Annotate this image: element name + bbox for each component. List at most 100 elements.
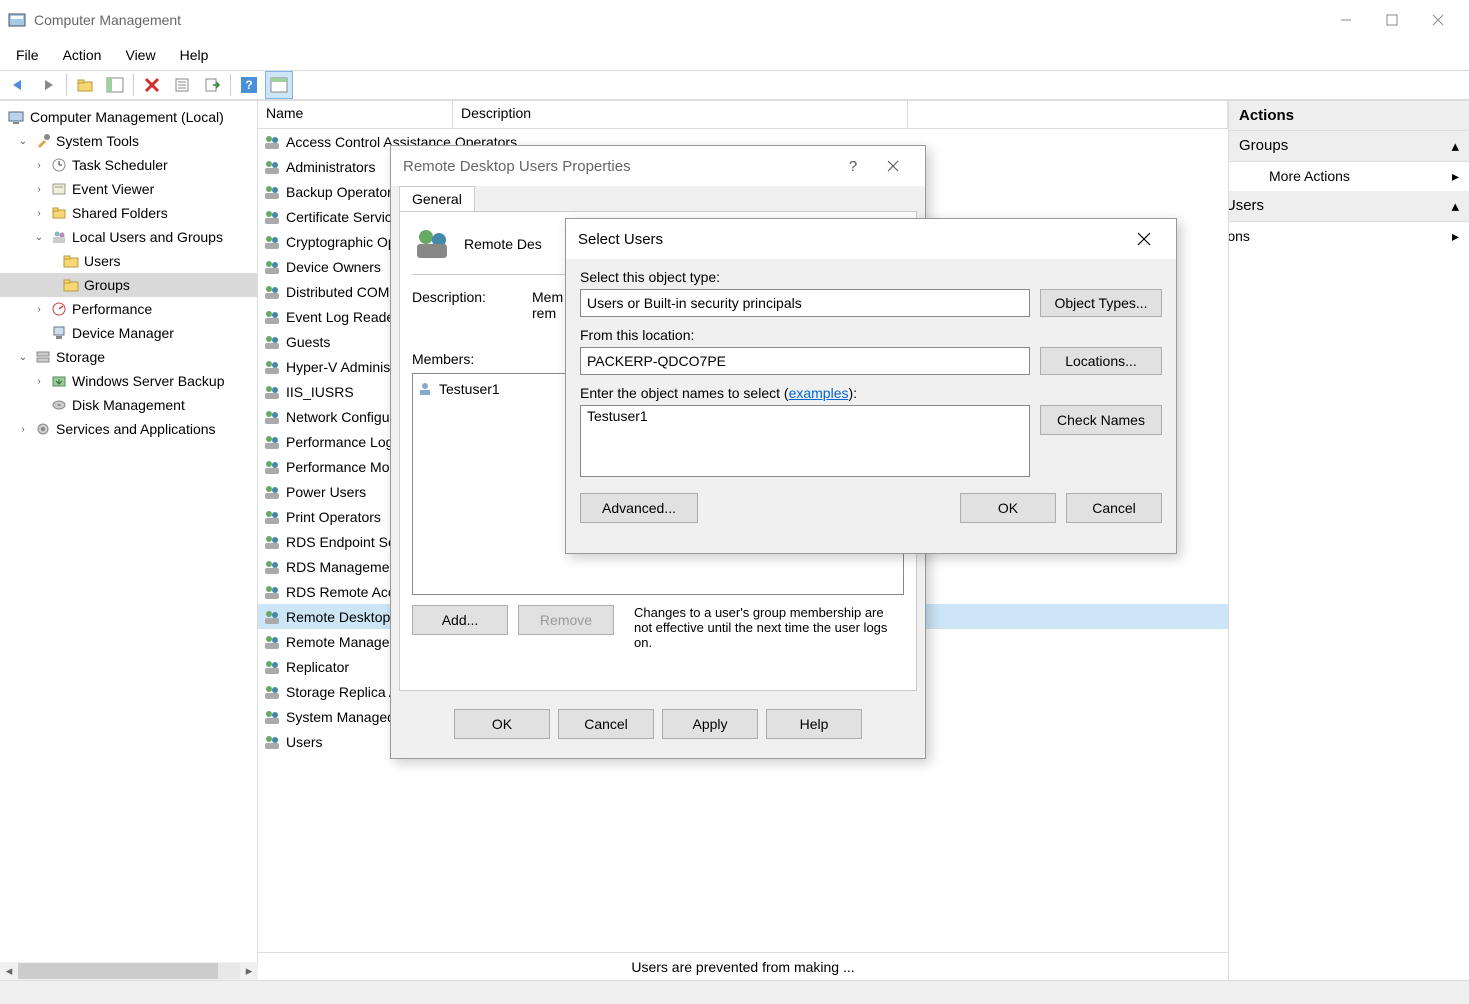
group-icon (262, 133, 282, 151)
tree-root[interactable]: Computer Management (Local) (0, 105, 257, 129)
group-icon (262, 308, 282, 326)
dialog-title: Remote Desktop Users Properties (403, 158, 833, 175)
collapse-icon[interactable]: ⌄ (16, 136, 30, 147)
group-icon (262, 258, 282, 276)
tree-system-tools[interactable]: ⌄ System Tools (0, 129, 257, 153)
tree-panel: Computer Management (Local) ⌄ System Too… (0, 101, 258, 980)
tree-groups[interactable]: Groups (0, 273, 257, 297)
check-names-button[interactable]: Check Names (1040, 405, 1162, 435)
actions-section-selected[interactable]: Remote Desktop Users▴ (1229, 191, 1469, 222)
delete-button[interactable] (138, 71, 166, 99)
locations-button[interactable]: Locations... (1040, 347, 1162, 375)
tree-windows-server-backup[interactable]: › Windows Server Backup (0, 369, 257, 393)
up-button[interactable] (71, 71, 99, 99)
actions-section-groups[interactable]: Groups▴ (1229, 131, 1469, 162)
group-icon (262, 533, 282, 551)
clock-icon (50, 156, 68, 174)
tree-task-scheduler[interactable]: › Task Scheduler (0, 153, 257, 177)
remove-button[interactable]: Remove (518, 605, 614, 635)
object-type-field[interactable] (580, 289, 1030, 317)
group-icon (262, 658, 282, 676)
group-icon (262, 583, 282, 601)
tree-local-users-groups[interactable]: ⌄ Local Users and Groups (0, 225, 257, 249)
toolbar: ? (0, 70, 1469, 100)
tree-disk-management[interactable]: › Disk Management (0, 393, 257, 417)
group-name: Remote Des (464, 236, 542, 252)
menu-view[interactable]: View (115, 43, 165, 67)
menu-file[interactable]: File (6, 43, 49, 67)
group-icon (262, 633, 282, 651)
expand-icon[interactable]: › (32, 376, 46, 387)
actions-more-selected[interactable]: More Actions▸ (1229, 222, 1469, 251)
expand-icon[interactable]: › (32, 160, 46, 171)
list-row-label: Event Log Readers (286, 309, 406, 325)
chevron-right-icon: ▸ (1452, 228, 1459, 245)
forward-button[interactable] (34, 71, 62, 99)
list-footer: Users are prevented from making ... (258, 952, 1228, 980)
location-field[interactable] (580, 347, 1030, 375)
dialog-help-button[interactable]: ? (833, 151, 873, 181)
dialog-close-button[interactable] (1124, 224, 1164, 254)
chevron-right-icon: ▸ (1452, 168, 1459, 185)
app-icon (8, 11, 26, 29)
menu-help[interactable]: Help (170, 43, 219, 67)
membership-note: Changes to a user's group membership are… (634, 605, 904, 650)
cancel-button[interactable]: Cancel (1066, 493, 1162, 523)
status-bar (0, 980, 1469, 1004)
expand-icon[interactable]: › (16, 424, 30, 435)
event-viewer-icon (50, 180, 68, 198)
expand-icon[interactable]: › (32, 208, 46, 219)
show-hide-tree-button[interactable] (101, 71, 129, 99)
scroll-right-icon[interactable]: ▸ (240, 962, 258, 980)
tree-storage[interactable]: ⌄ Storage (0, 345, 257, 369)
list-row-label: IIS_IUSRS (286, 384, 354, 400)
tree-services-apps[interactable]: › Services and Applications (0, 417, 257, 441)
tree-hscrollbar[interactable]: ◂ ▸ (0, 962, 258, 980)
expand-icon[interactable]: › (32, 304, 46, 315)
ok-button[interactable]: OK (454, 709, 550, 739)
location-label: From this location: (580, 327, 1162, 343)
list-row-label: Backup Operators (286, 184, 399, 200)
object-names-input[interactable] (580, 405, 1030, 477)
menu-action[interactable]: Action (53, 43, 112, 67)
tree-device-manager[interactable]: › Device Manager (0, 321, 257, 345)
tree-shared-folders[interactable]: › Shared Folders (0, 201, 257, 225)
group-icon (262, 708, 282, 726)
back-button[interactable] (4, 71, 32, 99)
help-button[interactable]: ? (235, 71, 263, 99)
apply-button[interactable]: Apply (662, 709, 758, 739)
scroll-thumb[interactable] (18, 963, 218, 979)
properties-button[interactable] (168, 71, 196, 99)
tab-general[interactable]: General (399, 186, 475, 211)
group-icon (262, 208, 282, 226)
cancel-button[interactable]: Cancel (558, 709, 654, 739)
actions-more-groups[interactable]: More Actions▸ (1229, 162, 1469, 191)
group-icon (262, 558, 282, 576)
scroll-left-icon[interactable]: ◂ (0, 962, 18, 980)
collapse-icon[interactable]: ⌄ (32, 232, 46, 243)
advanced-button[interactable]: Advanced... (580, 493, 698, 523)
examples-link[interactable]: examples (789, 385, 849, 401)
services-icon (34, 420, 52, 438)
ok-button[interactable]: OK (960, 493, 1056, 523)
list-header: Name Description (258, 101, 1228, 129)
dialog-close-button[interactable] (873, 151, 913, 181)
tools-icon (34, 132, 52, 150)
maximize-button[interactable] (1369, 4, 1415, 36)
minimize-button[interactable] (1323, 4, 1369, 36)
close-button[interactable] (1415, 4, 1461, 36)
tree-users[interactable]: Users (0, 249, 257, 273)
shared-folder-icon (50, 204, 68, 222)
help-button[interactable]: Help (766, 709, 862, 739)
object-types-button[interactable]: Object Types... (1040, 289, 1162, 317)
tree-event-viewer[interactable]: › Event Viewer (0, 177, 257, 201)
column-description[interactable]: Description (453, 101, 908, 128)
collapse-icon[interactable]: ⌄ (16, 352, 30, 363)
object-type-label: Select this object type: (580, 269, 1162, 285)
expand-icon[interactable]: › (32, 184, 46, 195)
column-name[interactable]: Name (258, 101, 453, 128)
export-button[interactable] (198, 71, 226, 99)
add-button[interactable]: Add... (412, 605, 508, 635)
tree-performance[interactable]: › Performance (0, 297, 257, 321)
refresh-button[interactable] (265, 71, 293, 99)
